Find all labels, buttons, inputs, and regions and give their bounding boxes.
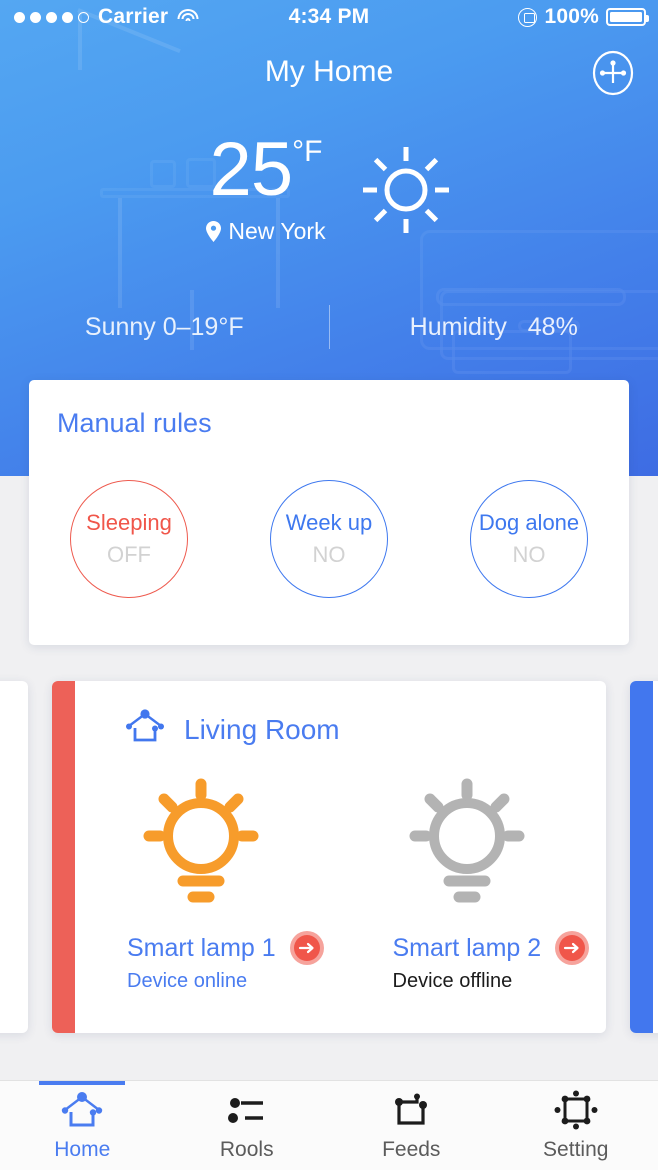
tab-label: Setting xyxy=(543,1137,609,1161)
location-label: New York xyxy=(228,218,326,244)
navigation-bar: My Home xyxy=(0,44,658,100)
device-status: Device offline xyxy=(392,970,513,992)
tab-setting[interactable]: Setting xyxy=(494,1081,658,1170)
device-name: Smart lamp 2 xyxy=(392,933,542,962)
tab-home[interactable]: Home xyxy=(0,1081,165,1170)
device-label-row: Smart lamp 1 xyxy=(127,931,324,965)
rule-item-week-up[interactable]: Week up NO xyxy=(270,480,388,598)
temperature-row: 25 °F xyxy=(210,132,323,208)
setting-frame-icon xyxy=(552,1090,600,1130)
room-accent-bar-next xyxy=(630,681,653,1033)
battery-full-icon xyxy=(606,8,649,26)
room-name-label: Living Room xyxy=(184,713,340,745)
device-name: Smart lamp 1 xyxy=(127,933,276,962)
status-bar: Carrier 4:34 PM 100% xyxy=(0,0,658,34)
tab-label: Home xyxy=(54,1137,111,1161)
tab-label: Feeds xyxy=(382,1137,441,1161)
temperature-value: 25 xyxy=(209,127,294,212)
tab-label: Rools xyxy=(219,1137,274,1161)
rule-name: Sleeping xyxy=(86,510,172,535)
device-smart-lamp-2[interactable]: Smart lamp 2 Device offline xyxy=(341,777,607,993)
humidity-label: Humidity xyxy=(409,312,507,341)
device-status: Device online xyxy=(127,970,248,992)
room-header: Living Room xyxy=(124,709,340,750)
room-card-previous[interactable] xyxy=(0,681,28,1033)
temperature-unit: °F xyxy=(292,135,323,168)
house-node-icon xyxy=(124,709,166,750)
location-pin-icon xyxy=(206,221,222,242)
page-title: My Home xyxy=(264,55,394,88)
room-card-carousel[interactable]: Living Room Smart lamp 1 Device online S… xyxy=(0,681,658,1033)
weather-detail-row: Sunny 0–19°F Humidity 48% xyxy=(0,305,658,349)
bottom-tab-bar: Home Rools Feeds Setting xyxy=(0,1080,658,1170)
lamp-on-icon xyxy=(127,777,275,907)
manual-rules-card: Manual rules Sleeping OFF Week up NO Dog… xyxy=(29,380,629,645)
sun-icon xyxy=(360,144,452,241)
humidity-value: 48% xyxy=(527,312,578,341)
manual-rules-title: Manual rules xyxy=(57,408,212,438)
weather-condition-range: Sunny 0–19°F xyxy=(84,312,244,341)
arrow-right-icon[interactable] xyxy=(289,931,324,965)
device-smart-lamp-1[interactable]: Smart lamp 1 Device online xyxy=(75,777,341,993)
tab-rools[interactable]: Rools xyxy=(165,1081,330,1170)
app-screen: Carrier 4:34 PM 100% My Home 25 °F New Y… xyxy=(0,0,658,1170)
tab-feeds[interactable]: Feeds xyxy=(329,1081,494,1170)
feeds-icon xyxy=(387,1090,435,1130)
lamp-off-icon xyxy=(393,777,541,907)
rule-item-sleeping[interactable]: Sleeping OFF xyxy=(70,480,188,598)
location-row: New York xyxy=(206,218,326,245)
add-device-crosshair-icon[interactable] xyxy=(590,50,636,96)
device-label-row: Smart lamp 2 xyxy=(393,931,590,965)
house-node-icon xyxy=(58,1090,106,1130)
rule-state: OFF xyxy=(107,542,151,567)
rule-state: NO xyxy=(312,542,346,567)
arrow-right-icon[interactable] xyxy=(555,931,590,965)
weather-humidity: Humidity 48% xyxy=(330,313,658,342)
status-bar-right: 100% xyxy=(518,5,658,29)
weather-summary: 25 °F New York xyxy=(0,132,658,245)
battery-percent-label: 100% xyxy=(544,5,599,28)
room-accent-bar xyxy=(52,681,75,1033)
temperature-block: 25 °F New York xyxy=(206,132,326,245)
room-card-living-room[interactable]: Living Room Smart lamp 1 Device online S… xyxy=(52,681,606,1033)
rule-name: Week up xyxy=(285,510,373,535)
rotation-lock-icon xyxy=(518,7,538,27)
rule-state: NO xyxy=(512,542,546,567)
room-card-next[interactable] xyxy=(630,681,658,1033)
manual-rules-list: Sleeping OFF Week up NO Dog alone NO xyxy=(29,480,629,598)
rule-name: Dog alone xyxy=(478,510,580,535)
room-device-list: Smart lamp 1 Device online Smart lamp 2 … xyxy=(75,777,606,993)
rule-item-dog-alone[interactable]: Dog alone NO xyxy=(470,480,588,598)
rules-list-icon xyxy=(223,1090,271,1130)
